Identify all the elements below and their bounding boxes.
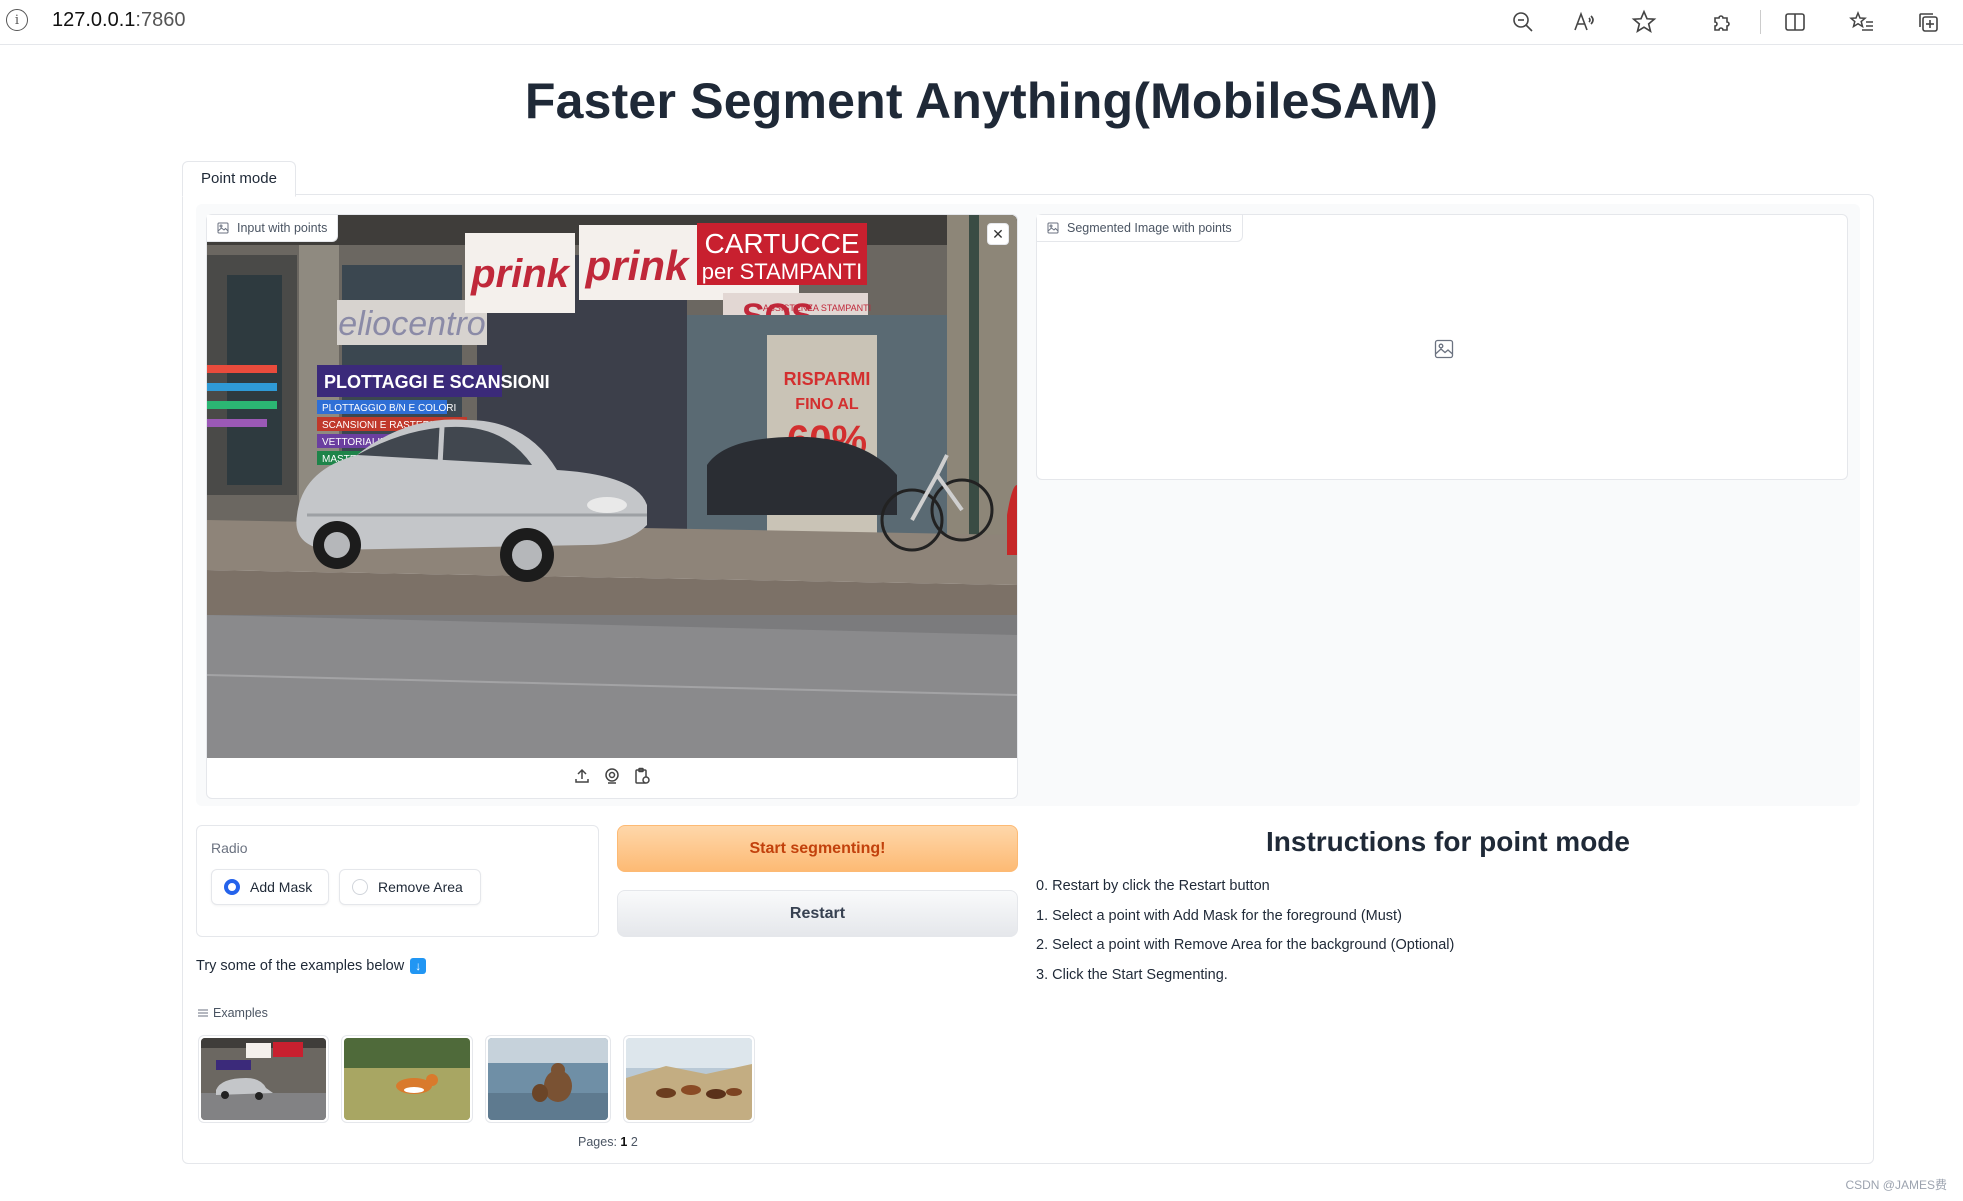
zoom-out-icon[interactable] xyxy=(1507,6,1539,38)
examples-hint-text: Try some of the examples below xyxy=(196,958,405,974)
radio-group: Radio Add Mask Remove Area xyxy=(196,825,599,937)
image-source-toolbar xyxy=(207,758,1017,798)
input-image-label: Input with points xyxy=(207,215,339,242)
restart-button[interactable]: Restart xyxy=(617,890,1018,937)
sign-fino: FINO AL xyxy=(795,396,859,413)
radio-unselected-indicator[interactable] xyxy=(352,879,368,895)
upload-icon[interactable] xyxy=(573,767,591,790)
example-thumbnail-dog[interactable] xyxy=(341,1035,473,1123)
radio-option-label: Add Mask xyxy=(250,879,313,895)
list-icon xyxy=(198,1009,208,1017)
sign-eliocentro: eliocentro xyxy=(338,305,485,343)
instructions-title: Instructions for point mode xyxy=(1266,826,1630,857)
examples-hint: Try some of the examples below ↓ xyxy=(196,958,427,974)
radio-selected-indicator[interactable] xyxy=(224,879,240,895)
url-host: 127.0.0.1 xyxy=(52,9,136,31)
sign-prink-1: prink xyxy=(470,252,571,296)
instruction-item: 0. Restart by click the Restart button xyxy=(1036,878,1270,894)
image-row: Input with points ✕ eliocentro PLOTTAGGI… xyxy=(196,204,1860,806)
sign-assistenza: ASSISTENZA STAMPANTI xyxy=(763,303,871,313)
sign-prink-2: prink xyxy=(585,242,691,289)
example-thumbnail-horses[interactable] xyxy=(623,1035,755,1123)
instructions-list: 0. Restart by click the Restart button 1… xyxy=(1036,872,1454,990)
toolbar-divider xyxy=(1760,10,1761,34)
sign-line1: PLOTTAGGIO B/N E COLORI xyxy=(322,403,456,414)
sign-risparmi: RISPARMI xyxy=(784,369,871,389)
instruction-item: 2. Select a point with Remove Area for t… xyxy=(1036,937,1455,953)
image-icon xyxy=(1047,222,1059,234)
url-port: :7860 xyxy=(135,9,186,31)
clipboard-icon[interactable] xyxy=(633,767,651,790)
example-thumbnail-car[interactable] xyxy=(198,1035,329,1123)
page-2-link[interactable]: 2 xyxy=(631,1135,638,1149)
start-segmenting-button[interactable]: Start segmenting! xyxy=(617,825,1018,872)
radio-group-label: Radio xyxy=(211,840,248,856)
browser-toolbar: i 127.0.0.1:7860 xyxy=(0,0,1963,45)
radio-option-label: Remove Area xyxy=(378,879,463,895)
output-image-label-text: Segmented Image with points xyxy=(1067,221,1232,235)
input-photo[interactable]: eliocentro PLOTTAGGI E SCANSIONI PLOTTAG… xyxy=(207,215,1017,758)
radio-option-add-mask[interactable]: Add Mask xyxy=(211,869,329,905)
radio-option-remove-area[interactable]: Remove Area xyxy=(339,869,481,905)
split-screen-icon[interactable] xyxy=(1779,6,1811,38)
collections-icon[interactable] xyxy=(1912,6,1944,38)
pagination-label: Pages: xyxy=(578,1135,617,1149)
sign-plottaggi: PLOTTAGGI E SCANSIONI xyxy=(324,372,550,392)
output-image-panel: Segmented Image with points xyxy=(1036,214,1848,480)
tab-point-mode[interactable]: Point mode xyxy=(182,161,296,197)
empty-image-placeholder-icon xyxy=(1434,339,1454,364)
close-icon: ✕ xyxy=(992,226,1004,242)
instruction-item: 1. Select a point with Add Mask for the … xyxy=(1036,907,1402,924)
read-aloud-icon[interactable] xyxy=(1568,6,1600,38)
input-image-panel: Input with points ✕ eliocentro PLOTTAGGI… xyxy=(206,214,1018,799)
watermark: CSDN @JAMES费 xyxy=(1845,1178,1947,1192)
example-thumbnail-bears[interactable] xyxy=(485,1035,611,1123)
webcam-icon[interactable] xyxy=(603,767,621,790)
output-image-label: Segmented Image with points xyxy=(1037,215,1243,242)
page-1-link[interactable]: 1 xyxy=(620,1135,627,1149)
sign-cartucce: CARTUCCE xyxy=(704,228,859,259)
input-image-label-text: Input with points xyxy=(237,221,328,235)
page-title: Faster Segment Anything(MobileSAM) xyxy=(524,73,1439,129)
pagination: Pages: 1 2 xyxy=(578,1135,638,1149)
image-icon xyxy=(217,222,229,234)
clear-image-button[interactable]: ✕ xyxy=(987,223,1009,245)
extensions-puzzle-icon[interactable] xyxy=(1707,6,1739,38)
favorite-star-icon[interactable] xyxy=(1628,6,1660,38)
examples-label: Examples xyxy=(198,1006,268,1020)
down-arrow-icon: ↓ xyxy=(410,958,427,974)
examples-label-text: Examples xyxy=(213,1006,268,1020)
sign-per-stampanti: per STAMPANTI xyxy=(702,259,863,284)
address-bar[interactable]: 127.0.0.1:7860 xyxy=(52,9,185,32)
instruction-item: 3. Click the Start Segmenting. xyxy=(1036,966,1228,983)
favorites-list-icon[interactable] xyxy=(1846,6,1878,38)
site-info-icon[interactable]: i xyxy=(6,9,28,31)
